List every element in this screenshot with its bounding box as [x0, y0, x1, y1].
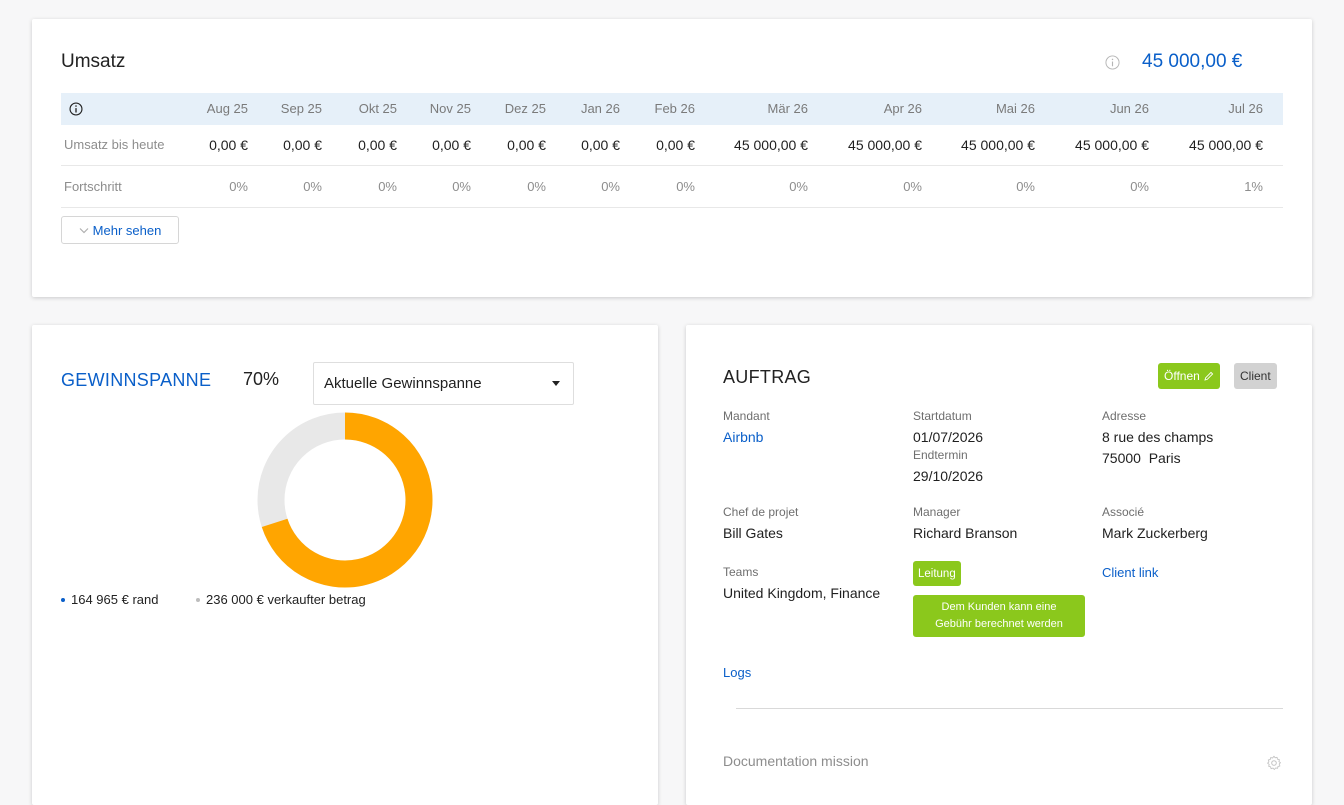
auftrag-card: AUFTRAG Öffnen Client Mandant Airbnb Sta…: [686, 325, 1312, 805]
margin-donut-chart: [257, 412, 433, 588]
gewinnspanne-percent: 70%: [243, 369, 280, 389]
legend-dot: [196, 597, 200, 602]
table-cell: 0,00 €: [581, 137, 620, 153]
teams-label: Teams: [723, 565, 759, 579]
info-icon[interactable]: [1105, 55, 1120, 70]
leitung-badge: Leitung: [913, 561, 961, 586]
table-cell: 0%: [303, 179, 322, 194]
table-cell: 0%: [527, 179, 546, 194]
chef-label: Chef de projet: [723, 505, 799, 519]
table-cell: 0,00 €: [283, 137, 322, 153]
endtermin-value: 29/10/2026: [913, 468, 984, 484]
table-cell: 0%: [903, 179, 922, 194]
gear-icon[interactable]: [1266, 755, 1282, 771]
table-cell: 0%: [789, 179, 808, 194]
umsatz-total: 45 000,00 €: [1142, 51, 1243, 72]
table-cell: 0%: [601, 179, 620, 194]
table-cell: 0,00 €: [656, 137, 695, 153]
month-header: Nov 25: [429, 101, 471, 116]
teams-value: United Kingdom, Finance: [723, 585, 881, 601]
endtermin-label: Endtermin: [913, 448, 968, 462]
table-cell: 0%: [676, 179, 695, 194]
adresse-label: Adresse: [1102, 409, 1147, 423]
table-cell: 0%: [229, 179, 248, 194]
month-header: Mai 26: [995, 101, 1035, 116]
table-cell: 45 000,00 €: [1189, 137, 1263, 153]
row-label-umsatz: Umsatz bis heute: [64, 137, 165, 152]
mehr-sehen-label: Mehr sehen: [92, 222, 162, 238]
month-header: Mär 26: [767, 101, 808, 116]
pencil-icon: [1204, 371, 1214, 381]
client-label: Client: [1240, 369, 1271, 383]
month-header: Apr 26: [883, 101, 922, 116]
info-icon[interactable]: [69, 102, 83, 116]
month-header: Jun 26: [1109, 101, 1149, 116]
select-value: Aktuelle Gewinnspanne: [324, 375, 482, 392]
legend-item-rand: 164 965 € rand: [61, 592, 158, 607]
row-divider: [61, 165, 1283, 166]
startdatum-label: Startdatum: [913, 409, 972, 423]
caret-down-icon: [552, 381, 560, 386]
gewinnspanne-card: GEWINNSPANNE 70% Aktuelle Gewinnspanne 1…: [32, 325, 658, 805]
month-header: Sep 25: [280, 101, 322, 116]
month-header: Okt 25: [358, 101, 397, 116]
table-cell: 0,00 €: [209, 137, 248, 153]
manager-value: Richard Branson: [913, 525, 1018, 541]
client-link[interactable]: Client link: [1102, 565, 1158, 580]
table-cell: 0,00 €: [358, 137, 397, 153]
legend-label: 236 000 € verkaufter betrag: [206, 592, 366, 607]
table-cell: 0%: [378, 179, 397, 194]
associe-label: Associé: [1102, 505, 1145, 519]
table-cell: 0%: [1130, 179, 1149, 194]
table-cell: 45 000,00 €: [734, 137, 808, 153]
mehr-sehen-button[interactable]: Mehr sehen: [61, 216, 179, 244]
fee-badge-line: Gebühr berechnet werden: [935, 618, 1063, 630]
row-label-fortschritt: Fortschritt: [64, 179, 122, 194]
chevron-down-icon: [79, 227, 89, 233]
auftrag-title: AUFTRAG: [723, 367, 812, 387]
adresse-line-2: 75000 Paris: [1102, 450, 1181, 466]
legend-dot: [61, 597, 65, 602]
legend-item-verkauft: 236 000 € verkaufter betrag: [196, 592, 366, 607]
open-label: Öffnen: [1164, 369, 1200, 383]
logs-link[interactable]: Logs: [723, 665, 751, 680]
month-header: Jul 26: [1228, 101, 1263, 116]
month-header: Dez 25: [504, 101, 546, 116]
manager-label: Manager: [913, 505, 961, 519]
fee-badge: Dem Kunden kann eine Gebühr berechnet we…: [913, 595, 1085, 637]
open-button[interactable]: Öffnen: [1158, 363, 1220, 389]
divider: [736, 708, 1283, 709]
row-divider: [61, 207, 1283, 208]
client-button[interactable]: Client: [1234, 363, 1277, 389]
table-header: Aug 25 Sep 25 Okt 25 Nov 25 Dez 25 Jan 2…: [61, 93, 1283, 125]
month-header: Aug 25: [206, 101, 248, 116]
table-cell: 1%: [1244, 179, 1263, 194]
table-cell: 45 000,00 €: [1075, 137, 1149, 153]
table-cell: 0,00 €: [507, 137, 546, 153]
associe-value: Mark Zuckerberg: [1102, 525, 1208, 541]
table-cell: 0,00 €: [432, 137, 471, 153]
table-cell: 0%: [452, 179, 471, 194]
mandant-link[interactable]: Airbnb: [723, 429, 763, 445]
table-cell: 0%: [1016, 179, 1035, 194]
month-header: Feb 26: [654, 101, 695, 116]
table-cell: 45 000,00 €: [848, 137, 922, 153]
startdatum-value: 01/07/2026: [913, 429, 984, 445]
fee-badge-line: Dem Kunden kann eine: [941, 601, 1057, 613]
mandant-label: Mandant: [723, 409, 770, 423]
month-header: Jan 26: [580, 101, 620, 116]
table-cell: 45 000,00 €: [961, 137, 1035, 153]
adresse-line-1: 8 rue des champs: [1102, 429, 1214, 445]
documentation-mission-title: Documentation mission: [723, 753, 869, 769]
chef-value: Bill Gates: [723, 525, 783, 541]
gewinnspanne-title: GEWINNSPANNE: [61, 370, 212, 390]
gewinnspanne-select[interactable]: Aktuelle Gewinnspanne: [313, 362, 574, 405]
legend-label: 164 965 € rand: [71, 592, 159, 607]
umsatz-card: Umsatz 45 000,00 € Aug 25 Sep 25 Okt 25 …: [32, 19, 1312, 297]
umsatz-title: Umsatz: [61, 51, 126, 72]
